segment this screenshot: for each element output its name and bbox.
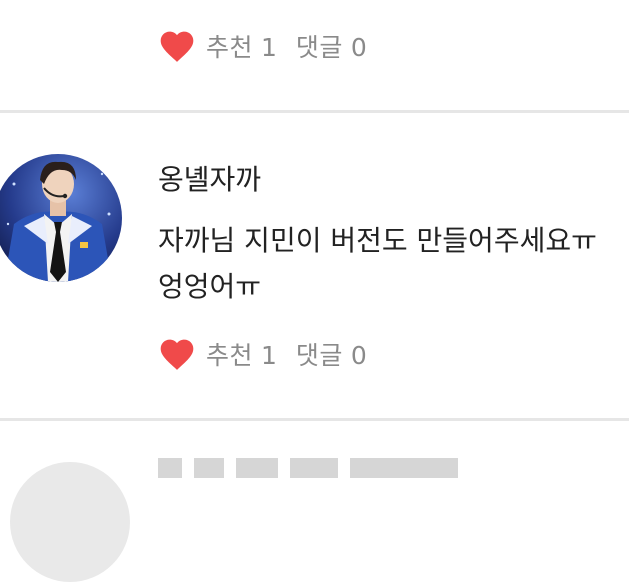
like-label: 추천: [206, 341, 254, 370]
avatar[interactable]: [0, 154, 122, 282]
reaction-summary[interactable]: 추천 1 댓글 0: [206, 28, 367, 64]
divider: [0, 110, 629, 113]
like-count: 1: [261, 33, 278, 62]
heart-icon[interactable]: [158, 336, 196, 372]
reply-count: 0: [350, 33, 368, 62]
avatar-image: [0, 154, 122, 282]
comment-username[interactable]: 옹녤자까: [158, 158, 261, 198]
reply-label: 댓글: [295, 33, 343, 62]
heart-icon[interactable]: [158, 28, 196, 64]
comment-text: 자까님 지민이 버전도 만들어주세요ㅠ 엉엉어ㅠ: [158, 224, 597, 303]
reply-label: 댓글: [295, 341, 343, 370]
like-label: 추천: [206, 33, 254, 62]
divider: [0, 418, 629, 421]
reactions-row: 추천 1 댓글 0: [158, 26, 367, 66]
comment-username-partial: [158, 458, 458, 478]
avatar[interactable]: [10, 462, 130, 582]
reaction-summary[interactable]: 추천 1 댓글 0: [206, 336, 367, 372]
reply-count: 0: [350, 341, 368, 370]
like-count: 1: [261, 341, 278, 370]
reactions-row: 추천 1 댓글 0: [158, 334, 367, 374]
